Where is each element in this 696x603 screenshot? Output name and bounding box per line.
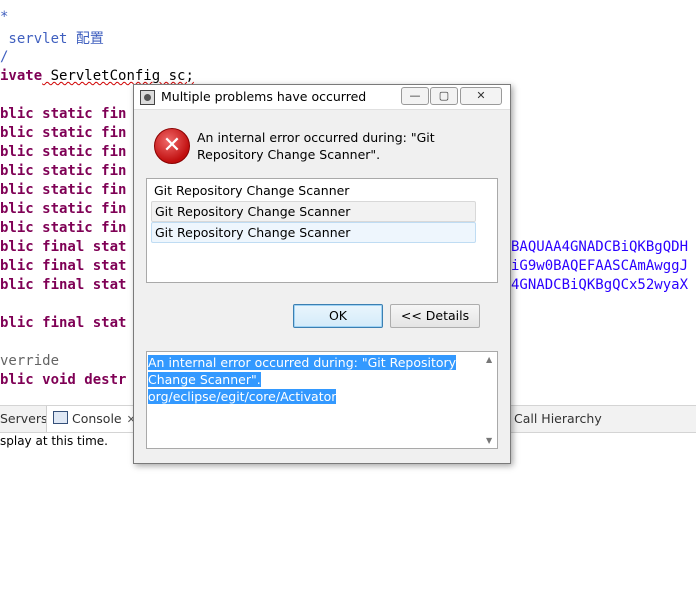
- scroll-down-icon[interactable]: ▼: [486, 436, 492, 445]
- maximize-button[interactable]: ▢: [430, 87, 458, 105]
- details-line: An internal error occurred during: "Git …: [148, 355, 457, 370]
- code-line: blic static fin: [0, 125, 127, 141]
- dialog-title: Multiple problems have occurred: [161, 89, 367, 104]
- ok-button[interactable]: OK: [293, 304, 383, 328]
- list-item[interactable]: Git Repository Change Scanner: [151, 222, 476, 243]
- code-line: blic static fin: [0, 163, 127, 179]
- error-icon: ✕: [154, 128, 190, 164]
- code-line: *: [0, 9, 9, 25]
- code-line: blic static fin: [0, 144, 127, 160]
- code-line: blic final stat: [0, 277, 127, 293]
- app-icon: [140, 90, 155, 105]
- code-line: verride: [0, 353, 60, 369]
- error-message: An internal error occurred during: "Git …: [197, 130, 435, 162]
- details-line: Change Scanner".: [148, 372, 261, 387]
- code-line: blic static fin: [0, 201, 127, 217]
- code-string-fragment: BAQUAA4GNADCBiQKBgQDH: [511, 239, 689, 255]
- code-string-fragment: iG9w0BAQEFAASCAmAwggJ: [511, 258, 689, 274]
- code-line: blic static fin: [0, 220, 127, 236]
- code-line: blic static fin: [0, 182, 127, 198]
- problems-dialog: Multiple problems have occurred — ▢ ✕ ✕ …: [133, 84, 511, 464]
- details-text-area[interactable]: An internal error occurred during: "Git …: [146, 351, 498, 449]
- code-line: blic static fin: [0, 106, 127, 122]
- console-message: splay at this time.: [0, 434, 108, 448]
- tab-servers[interactable]: Servers: [0, 406, 48, 432]
- details-scrollbar[interactable]: ▲ ▼: [483, 352, 497, 448]
- tab-call-hierarchy[interactable]: Call Hierarchy: [514, 406, 602, 432]
- minimize-button[interactable]: —: [401, 87, 429, 105]
- dialog-titlebar[interactable]: Multiple problems have occurred — ▢ ✕: [134, 85, 510, 110]
- scroll-up-icon[interactable]: ▲: [486, 355, 492, 364]
- details-line: org/eclipse/egit/core/Activator: [148, 389, 337, 404]
- console-icon: [53, 411, 68, 424]
- close-button[interactable]: ✕: [460, 87, 502, 105]
- details-button[interactable]: << Details: [390, 304, 480, 328]
- code-line: blic final stat: [0, 239, 127, 255]
- code-line: blic final stat: [0, 258, 127, 274]
- code-line: servlet 配置: [0, 31, 104, 47]
- code-string-fragment: 4GNADCBiQKBgQCx52wyaX: [511, 277, 689, 293]
- list-item[interactable]: Git Repository Change Scanner: [151, 201, 476, 222]
- tab-console[interactable]: Console ✕: [46, 406, 143, 432]
- problems-list[interactable]: Git Repository Change Scanner Git Reposi…: [146, 178, 498, 283]
- list-item[interactable]: Git Repository Change Scanner: [151, 181, 474, 200]
- code-line: blic final stat: [0, 315, 127, 331]
- code-line: blic void destr: [0, 372, 127, 388]
- code-line: /: [0, 49, 9, 65]
